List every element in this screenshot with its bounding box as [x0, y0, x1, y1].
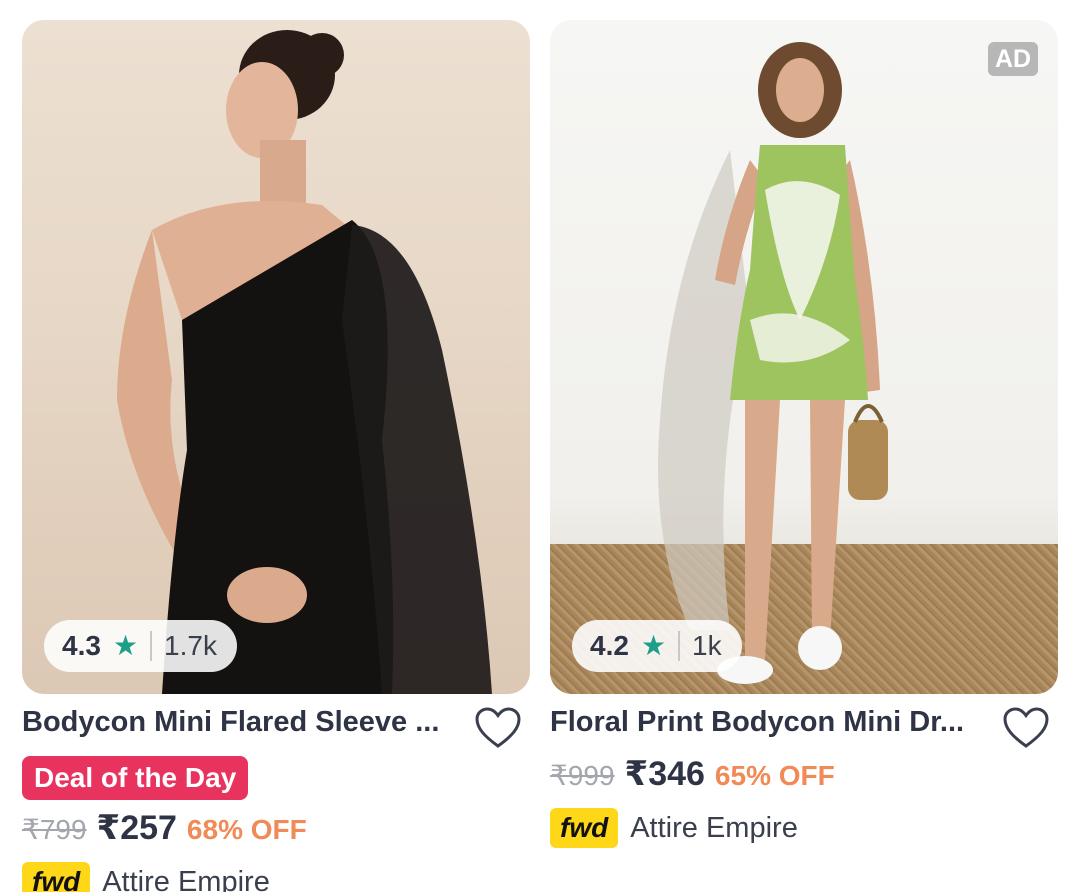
discount-label: 68% OFF: [186, 814, 307, 845]
product-photo-green-dress-icon: [658, 42, 888, 684]
price-row: ₹799 ₹257 68% OFF: [22, 808, 530, 848]
heart-icon[interactable]: [1002, 706, 1050, 750]
price-row: ₹999 ₹346 65% OFF: [550, 754, 1058, 794]
product-photo-black-dress-icon: [117, 30, 492, 694]
seller-row: fwd Attire Empire: [550, 808, 1058, 848]
product-card[interactable]: 4.3 ★ 1.7k Bodycon Mini Flared Sleeve ..…: [22, 20, 530, 892]
seller-name: Attire Empire: [630, 811, 798, 844]
discount-label: 65% OFF: [714, 760, 835, 791]
rating-value: 4.2: [590, 630, 629, 661]
product-card[interactable]: AD 4.2 ★ 1k Floral Print Bodycon Mini Dr…: [550, 20, 1058, 848]
ad-badge: AD: [988, 42, 1038, 76]
product-image[interactable]: 4.3 ★ 1.7k: [22, 20, 530, 694]
heart-icon[interactable]: [474, 706, 522, 750]
star-icon: ★: [640, 630, 667, 661]
seller-row: fwd Attire Empire: [22, 862, 530, 892]
divider: [150, 631, 153, 661]
star-icon: ★: [112, 630, 139, 661]
rating-count: 1.7k: [164, 630, 217, 661]
product-title[interactable]: Bodycon Mini Flared Sleeve ...: [22, 706, 452, 739]
product-title[interactable]: Floral Print Bodycon Mini Dr...: [550, 706, 980, 739]
product-image[interactable]: AD 4.2 ★ 1k: [550, 20, 1058, 694]
fwd-badge: fwd: [550, 808, 619, 848]
deal-of-the-day-badge: Deal of the Day: [22, 756, 249, 800]
fwd-badge: fwd: [22, 862, 91, 892]
original-price: ₹799: [22, 814, 87, 845]
rating-value: 4.3: [62, 630, 101, 661]
seller-name: Attire Empire: [102, 865, 270, 892]
rating-count: 1k: [692, 630, 722, 661]
original-price: ₹999: [550, 760, 615, 791]
divider: [678, 631, 681, 661]
sale-price: ₹257: [96, 809, 177, 847]
sale-price: ₹346: [624, 755, 705, 793]
rating-pill: 4.3 ★ 1.7k: [44, 620, 237, 672]
rating-pill: 4.2 ★ 1k: [572, 620, 742, 672]
